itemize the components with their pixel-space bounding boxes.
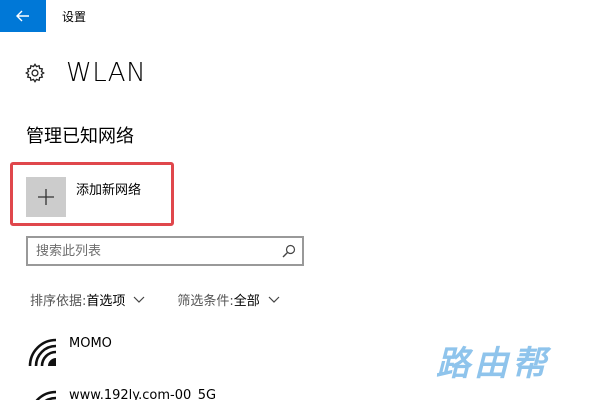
chevron-down-icon xyxy=(133,296,145,303)
page-title: WLAN xyxy=(66,58,147,88)
search-box[interactable] xyxy=(26,236,304,266)
search-input[interactable] xyxy=(28,238,276,264)
title-bar: 设置 xyxy=(0,0,600,32)
filter-value: 全部 xyxy=(233,294,260,309)
sort-value: 首选项 xyxy=(86,294,126,309)
add-network-button[interactable]: 添加新网络 xyxy=(10,162,174,226)
app-title: 设置 xyxy=(62,10,87,24)
back-button[interactable] xyxy=(0,0,46,32)
wifi-icon xyxy=(28,338,57,367)
plus-icon xyxy=(26,177,66,217)
page-header: WLAN xyxy=(24,58,146,88)
filter-dropdown[interactable]: 筛选条件: 全部 xyxy=(177,290,280,309)
network-name: MOMO xyxy=(69,336,112,351)
sort-label: 排序依据: xyxy=(30,294,87,309)
network-name: www.192ly.com-00_5G xyxy=(69,388,217,400)
gear-icon xyxy=(25,63,45,83)
back-arrow-icon xyxy=(16,10,29,22)
watermark: 路由帮 xyxy=(436,344,550,384)
chevron-down-icon xyxy=(268,296,280,303)
sort-filter-bar: 排序依据: 首选项 筛选条件: 全部 xyxy=(30,290,280,309)
wifi-icon xyxy=(35,390,57,400)
sort-dropdown[interactable]: 排序依据: 首选项 xyxy=(30,290,145,309)
filter-label: 筛选条件: xyxy=(177,294,234,309)
section-title: 管理已知网络 xyxy=(26,126,134,147)
add-network-label: 添加新网络 xyxy=(76,183,142,198)
search-icon[interactable] xyxy=(276,238,302,264)
